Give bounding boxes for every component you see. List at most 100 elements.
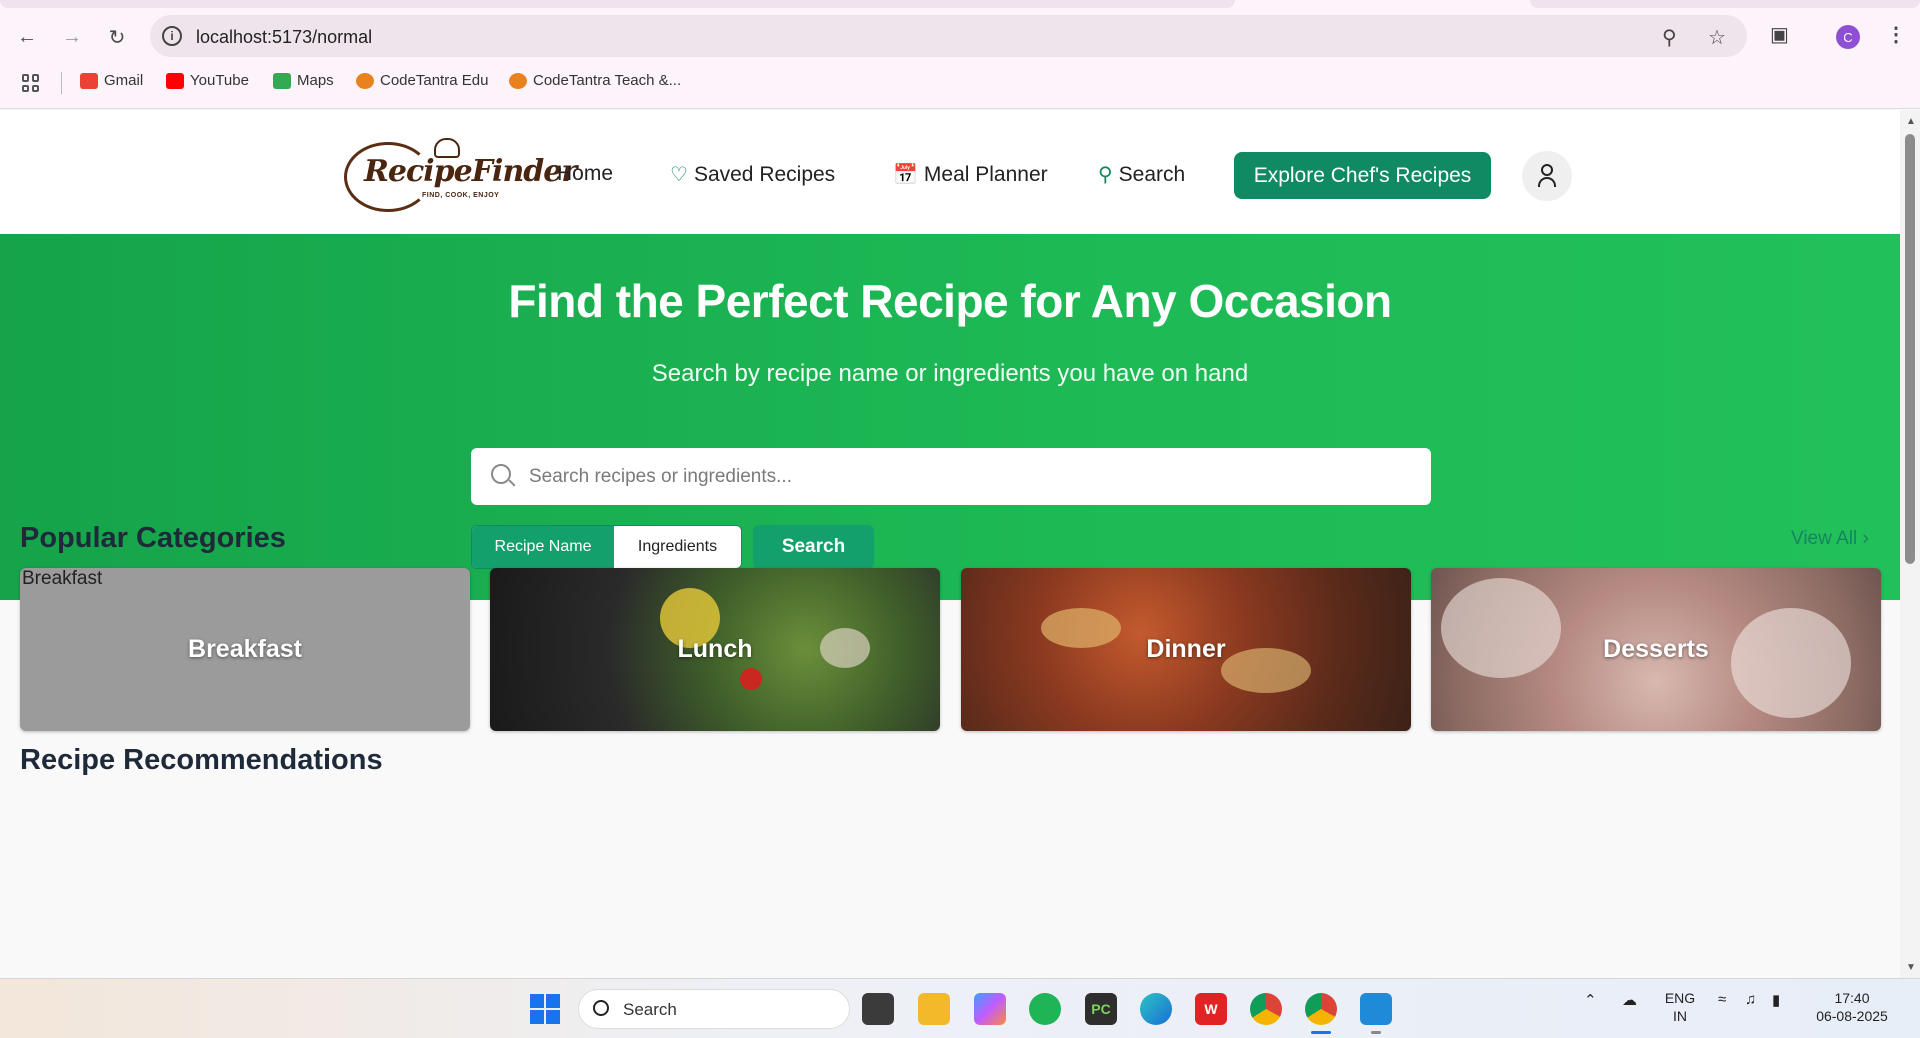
hero-search-button[interactable]: Search [753,525,874,569]
address-bar[interactable]: i localhost:5173/normal ⚲ ☆ [150,15,1747,57]
windows-start-icon[interactable] [530,994,560,1024]
windows-taskbar: Search PC W ⌃ ☁ ENG IN ≈ ♫ ▮ 17:40 06-08… [0,978,1920,1038]
copilot-icon[interactable] [974,993,1006,1025]
forward-button[interactable]: → [57,22,87,52]
site-info-icon[interactable]: i [162,26,182,46]
codetantra-icon [509,72,527,89]
bookmark-codetantra-edu[interactable]: CodeTantra Edu [356,72,488,89]
url-text[interactable]: localhost:5173/normal [196,27,372,48]
bookmark-codetantra-teach[interactable]: CodeTantra Teach &... [509,72,681,89]
nav-search-label: Search [1118,162,1186,186]
volume-icon[interactable]: ♫ [1745,991,1756,1008]
page-viewport: RecipeFinder FIND, COOK, ENJOY Home ♡ Sa… [0,110,1900,978]
clock[interactable]: 17:40 06-08-2025 [1812,989,1892,1025]
category-card-lunch[interactable]: Lunch [490,568,940,731]
user-profile-button[interactable] [1522,151,1572,201]
recipe-search-box [471,448,1431,505]
explore-chefs-recipes-button[interactable]: Explore Chef's Recipes [1234,152,1491,199]
site-logo[interactable]: RecipeFinder FIND, COOK, ENJOY [344,138,577,212]
codetantra-icon [356,72,374,89]
task-view-icon[interactable] [862,993,894,1025]
mode-ingredients-button[interactable]: Ingredients [614,526,741,568]
recipe-search-input[interactable] [529,448,1409,505]
pycharm-icon[interactable]: PC [1085,993,1117,1025]
logo-text: RecipeFinder [364,154,577,189]
category-card-dinner[interactable]: Dinner [961,568,1411,731]
edge-icon[interactable] [1140,993,1172,1025]
tab-background[interactable] [1530,0,1920,8]
bookmark-label: Maps [297,72,334,89]
extensions-icon[interactable]: ▣ [1770,22,1789,47]
chrome-icon[interactable] [1250,993,1282,1025]
scroll-thumb[interactable] [1905,134,1915,564]
category-label: Breakfast [188,635,302,663]
clock-time: 17:40 [1834,990,1870,1006]
bookmark-gmail[interactable]: Gmail [80,72,143,89]
recipe-recommendations-heading: Recipe Recommendations [20,744,383,776]
taskbar-search-label: Search [623,1000,677,1019]
tab-background[interactable] [0,0,1235,8]
view-all-label: View All [1791,528,1858,549]
nav-home[interactable]: Home [557,162,613,186]
user-icon-body [1538,177,1556,187]
bookmark-label: CodeTantra Teach &... [533,72,682,89]
browser-chrome: ← → ↻ i localhost:5173/normal ⚲ ☆ ▣ C ⋮ … [0,0,1920,109]
nav-meal-planner[interactable]: 📅 Meal Planner [893,162,1048,187]
bookmark-label: YouTube [190,72,249,89]
profile-avatar[interactable]: C [1836,25,1860,49]
taskbar-search[interactable]: Search [578,989,850,1029]
clock-date: 06-08-2025 [1816,1008,1888,1024]
wps-office-icon[interactable]: W [1195,993,1227,1025]
chevron-up-icon[interactable]: ⌃ [1584,991,1597,1009]
battery-icon[interactable]: ▮ [1772,991,1780,1009]
bookmark-label: Gmail [104,72,144,89]
language-code: ENG [1664,990,1696,1006]
mode-recipe-name-button[interactable]: Recipe Name [472,526,614,568]
onedrive-icon[interactable]: ☁ [1622,991,1637,1009]
wifi-icon[interactable]: ≈ [1718,991,1726,1008]
scroll-down-arrow[interactable]: ▼ [1906,962,1916,973]
file-explorer-icon[interactable] [918,993,950,1025]
youtube-icon [166,72,184,89]
search-icon: ⚲ [1098,164,1113,186]
chevron-right-icon: › [1862,528,1869,549]
vscode-icon[interactable] [1360,993,1392,1025]
nav-saved-recipes[interactable]: ♡ Saved Recipes [670,162,835,187]
nav-search[interactable]: ⚲ Search [1098,162,1185,187]
search-icon [593,1000,609,1016]
page-scrollbar[interactable]: ▲ ▼ [1900,110,1920,978]
bookmark-youtube[interactable]: YouTube [166,72,249,89]
search-mode-toggle: Recipe Name Ingredients [471,525,742,569]
browser-menu-icon[interactable]: ⋮ [1886,22,1906,47]
language-indicator[interactable]: ENG IN [1662,989,1698,1025]
bookmark-label: CodeTantra Edu [380,72,489,89]
bookmark-maps[interactable]: Maps [273,72,334,89]
apps-grid-icon[interactable] [22,74,40,92]
user-icon [1541,164,1553,176]
category-label: Dinner [1146,635,1226,663]
site-header: RecipeFinder FIND, COOK, ENJOY Home ♡ Sa… [0,110,1900,234]
tab-strip [0,0,1920,8]
gmail-icon [80,72,98,89]
logo-tagline: FIND, COOK, ENJOY [422,192,500,199]
search-icon [491,464,511,484]
view-all-link[interactable]: View All › [1791,528,1869,550]
back-button[interactable]: ← [12,22,42,52]
password-key-icon[interactable]: ⚲ [1662,25,1677,50]
reload-button[interactable]: ↻ [102,22,132,52]
hero-title: Find the Perfect Recipe for Any Occasion [508,275,1392,327]
running-app-indicator [1371,1031,1381,1034]
maps-icon [273,72,291,89]
bookmarks-bar: Gmail YouTube Maps CodeTantra Edu CodeTa… [0,70,1920,96]
region-code: IN [1673,1008,1687,1024]
whatsapp-icon[interactable] [1029,993,1061,1025]
category-card-desserts[interactable]: Desserts [1431,568,1881,731]
category-card-breakfast[interactable]: Breakfast Breakfast [20,568,470,731]
category-label: Lunch [677,635,753,663]
nav-home-label: Home [557,162,614,185]
bookmark-star-icon[interactable]: ☆ [1708,25,1726,50]
nav-planner-label: Meal Planner [923,162,1048,186]
bookmarks-separator [61,72,62,94]
chrome-profile-icon[interactable] [1305,993,1337,1025]
scroll-up-arrow[interactable]: ▲ [1906,116,1916,127]
